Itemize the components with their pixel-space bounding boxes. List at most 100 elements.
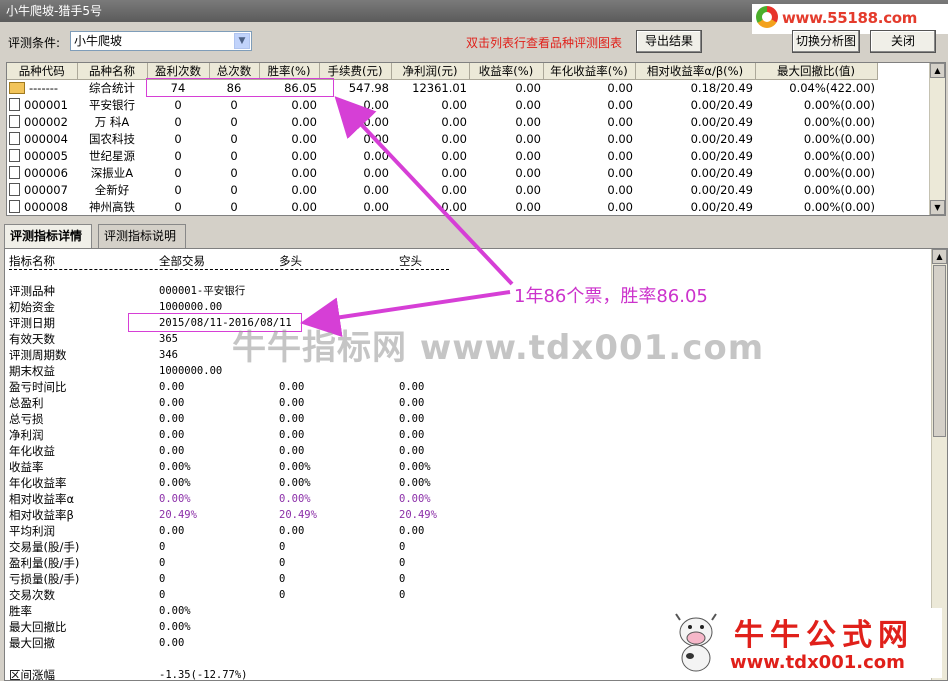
table-cell: 0.18/20.49 [635, 80, 755, 97]
metric-value: 0.00 [279, 525, 305, 537]
cell-text: 0.00 [363, 132, 389, 146]
table-cell: 0 [147, 148, 209, 165]
metric-value: 0.00 [159, 397, 185, 409]
col-header[interactable]: 相对收益率α/β(%) [635, 63, 756, 80]
table-row[interactable]: ------- 综合统计 74 86 86.05 547.98 12361.01 0.00 0.… [7, 80, 877, 97]
export-button[interactable]: 导出结果 [636, 30, 702, 53]
cell-text: 0.00/20.49 [690, 200, 753, 214]
metric-name: 相对收益率β [9, 508, 74, 522]
condition-label: 评测条件: [8, 36, 61, 50]
metric-value: 0.00% [159, 477, 191, 489]
table-row[interactable]: 000006 深振业A 0 0 0.00 0.00 0.00 0.00 0.00 0.00/20.… [7, 165, 877, 182]
col-header[interactable]: 年化收益率(%) [543, 63, 636, 80]
cell-text: 万 科A [94, 115, 130, 129]
cell-text: 平安银行 [89, 98, 135, 112]
metric-value: 0 [279, 541, 286, 553]
table-cell: 0.00/20.49 [635, 199, 755, 216]
cell-text: 0.00%(0.00) [803, 98, 875, 112]
table-cell: 0.00 [319, 97, 391, 114]
metric-row: 净利润 0.00 0.00 0.00 [5, 427, 925, 443]
table-cell: 0.00 [319, 131, 391, 148]
switch-chart-button[interactable]: 切换分析图 [792, 30, 860, 53]
table-cell: 0.00%(0.00) [755, 199, 877, 216]
table-row[interactable]: 000007 全新好 0 0 0.00 0.00 0.00 0.00 0.00 0.00/20.4… [7, 182, 877, 199]
condition-select[interactable]: 小牛爬坡 ▼ [70, 31, 252, 51]
cell-text: 0.00/20.49 [690, 98, 753, 112]
tab-metric-details[interactable]: 评测指标详情 [4, 224, 92, 249]
cell-code: 000005 [7, 148, 77, 165]
table-cell: 0.00/20.49 [635, 114, 755, 131]
table-row[interactable]: 000008 神州高铁 0 0 0.00 0.00 0.00 0.00 0.00 0.00/20.… [7, 199, 877, 216]
cell-name: 平安银行 [77, 97, 147, 114]
tab-metric-help[interactable]: 评测指标说明 [98, 224, 186, 248]
chevron-down-icon[interactable]: ▼ [234, 33, 250, 49]
metric-name: 净利润 [9, 428, 44, 442]
metric-value: 0 [159, 557, 166, 569]
metric-name: 总盈利 [9, 396, 44, 410]
cell-text: 0 [174, 200, 182, 214]
cell-text: 0.00 [515, 200, 541, 214]
cell-text: 国农科技 [89, 132, 135, 146]
metric-name: 评测日期 [9, 316, 55, 330]
scroll-thumb[interactable] [933, 265, 946, 437]
scroll-down-icon[interactable]: ▼ [930, 200, 945, 215]
cell-text: 0.00/20.49 [690, 115, 753, 129]
scroll-up-icon[interactable]: ▲ [932, 249, 947, 264]
col-header[interactable]: 最大回撤比(值) [755, 63, 878, 80]
table-cell: 0.00 [543, 80, 635, 97]
metric-value: -1.35(-12.77%) [159, 669, 248, 681]
metric-value: 1000000.00 [159, 365, 223, 377]
cell-text: 0 [230, 115, 238, 129]
cell-text: 0.00/20.49 [690, 166, 753, 180]
cell-text: 0.00 [441, 166, 467, 180]
metric-row: 年化收益率 0.00% 0.00% 0.00% [5, 475, 925, 491]
metric-value: 0.00% [159, 461, 191, 473]
cell-text: 0.00 [515, 98, 541, 112]
close-button[interactable]: 关闭 [870, 30, 936, 53]
table-row[interactable]: 000002 万 科A 0 0 0.00 0.00 0.00 0.00 0.00 0.00/20.… [7, 114, 877, 131]
cell-text: 0 [230, 132, 238, 146]
scroll-up-icon[interactable]: ▲ [930, 63, 945, 78]
cell-text: 综合统计 [89, 81, 135, 96]
annotation-text: 1年86个票，胜率86.05 [514, 286, 708, 307]
metric-value: 0.00 [279, 445, 305, 457]
table-cell: 0 [147, 199, 209, 216]
table-cell: 0 [209, 97, 259, 114]
cell-text: 0 [230, 183, 238, 197]
cell-text: 0.00 [607, 115, 633, 129]
brand-tdx001: 牛牛公式网 www.tdx001.com [660, 608, 942, 678]
col-header[interactable]: 品种代码 [7, 63, 78, 80]
hint-text: 双击列表行查看品种评测图表 [466, 36, 623, 50]
cell-text: 0.00 [515, 166, 541, 180]
table-cell: 0.00 [391, 97, 469, 114]
metric-value: 0 [159, 573, 166, 585]
table-cell: 0.00 [259, 114, 319, 131]
cell-text: 0.00 [363, 98, 389, 112]
cell-text: 0.00 [607, 200, 633, 214]
metric-value: 20.49% [159, 509, 197, 521]
cell-text: 0 [230, 166, 238, 180]
table-row[interactable]: 000005 世纪星源 0 0 0.00 0.00 0.00 0.00 0.00 0.00/20.… [7, 148, 877, 165]
metric-name: 盈亏时间比 [9, 380, 67, 394]
table-cell: 0.04%(422.00) [755, 80, 877, 97]
col-header[interactable]: 收益率(%) [469, 63, 544, 80]
cell-code: 000002 [7, 114, 77, 131]
table-row[interactable]: 000001 平安银行 0 0 0.00 0.00 0.00 0.00 0.00 0.00/20.… [7, 97, 877, 114]
cell-text: 0.00 [441, 132, 467, 146]
grid-scrollbar[interactable]: ▲ ▼ [929, 63, 945, 215]
cell-text: 0.00%(0.00) [803, 166, 875, 180]
table-row[interactable]: 000004 国农科技 0 0 0.00 0.00 0.00 0.00 0.00 0.00/20.… [7, 131, 877, 148]
metric-value: 0.00 [159, 413, 185, 425]
table-cell: 0.00 [259, 165, 319, 182]
table-cell: 0.00 [543, 165, 635, 182]
table-cell: 0.00 [259, 199, 319, 216]
metric-value: 0 [279, 557, 286, 569]
cell-text: 0.00%(0.00) [803, 149, 875, 163]
cell-text: 000005 [24, 149, 68, 163]
document-icon [9, 149, 20, 162]
col-header[interactable]: 净利润(元) [391, 63, 470, 80]
col-header[interactable]: 品种名称 [77, 63, 148, 80]
metric-row: 亏损量(股/手) 0 0 0 [5, 571, 925, 587]
cell-text: 000008 [24, 200, 68, 214]
cell-text: 000001 [24, 98, 68, 112]
